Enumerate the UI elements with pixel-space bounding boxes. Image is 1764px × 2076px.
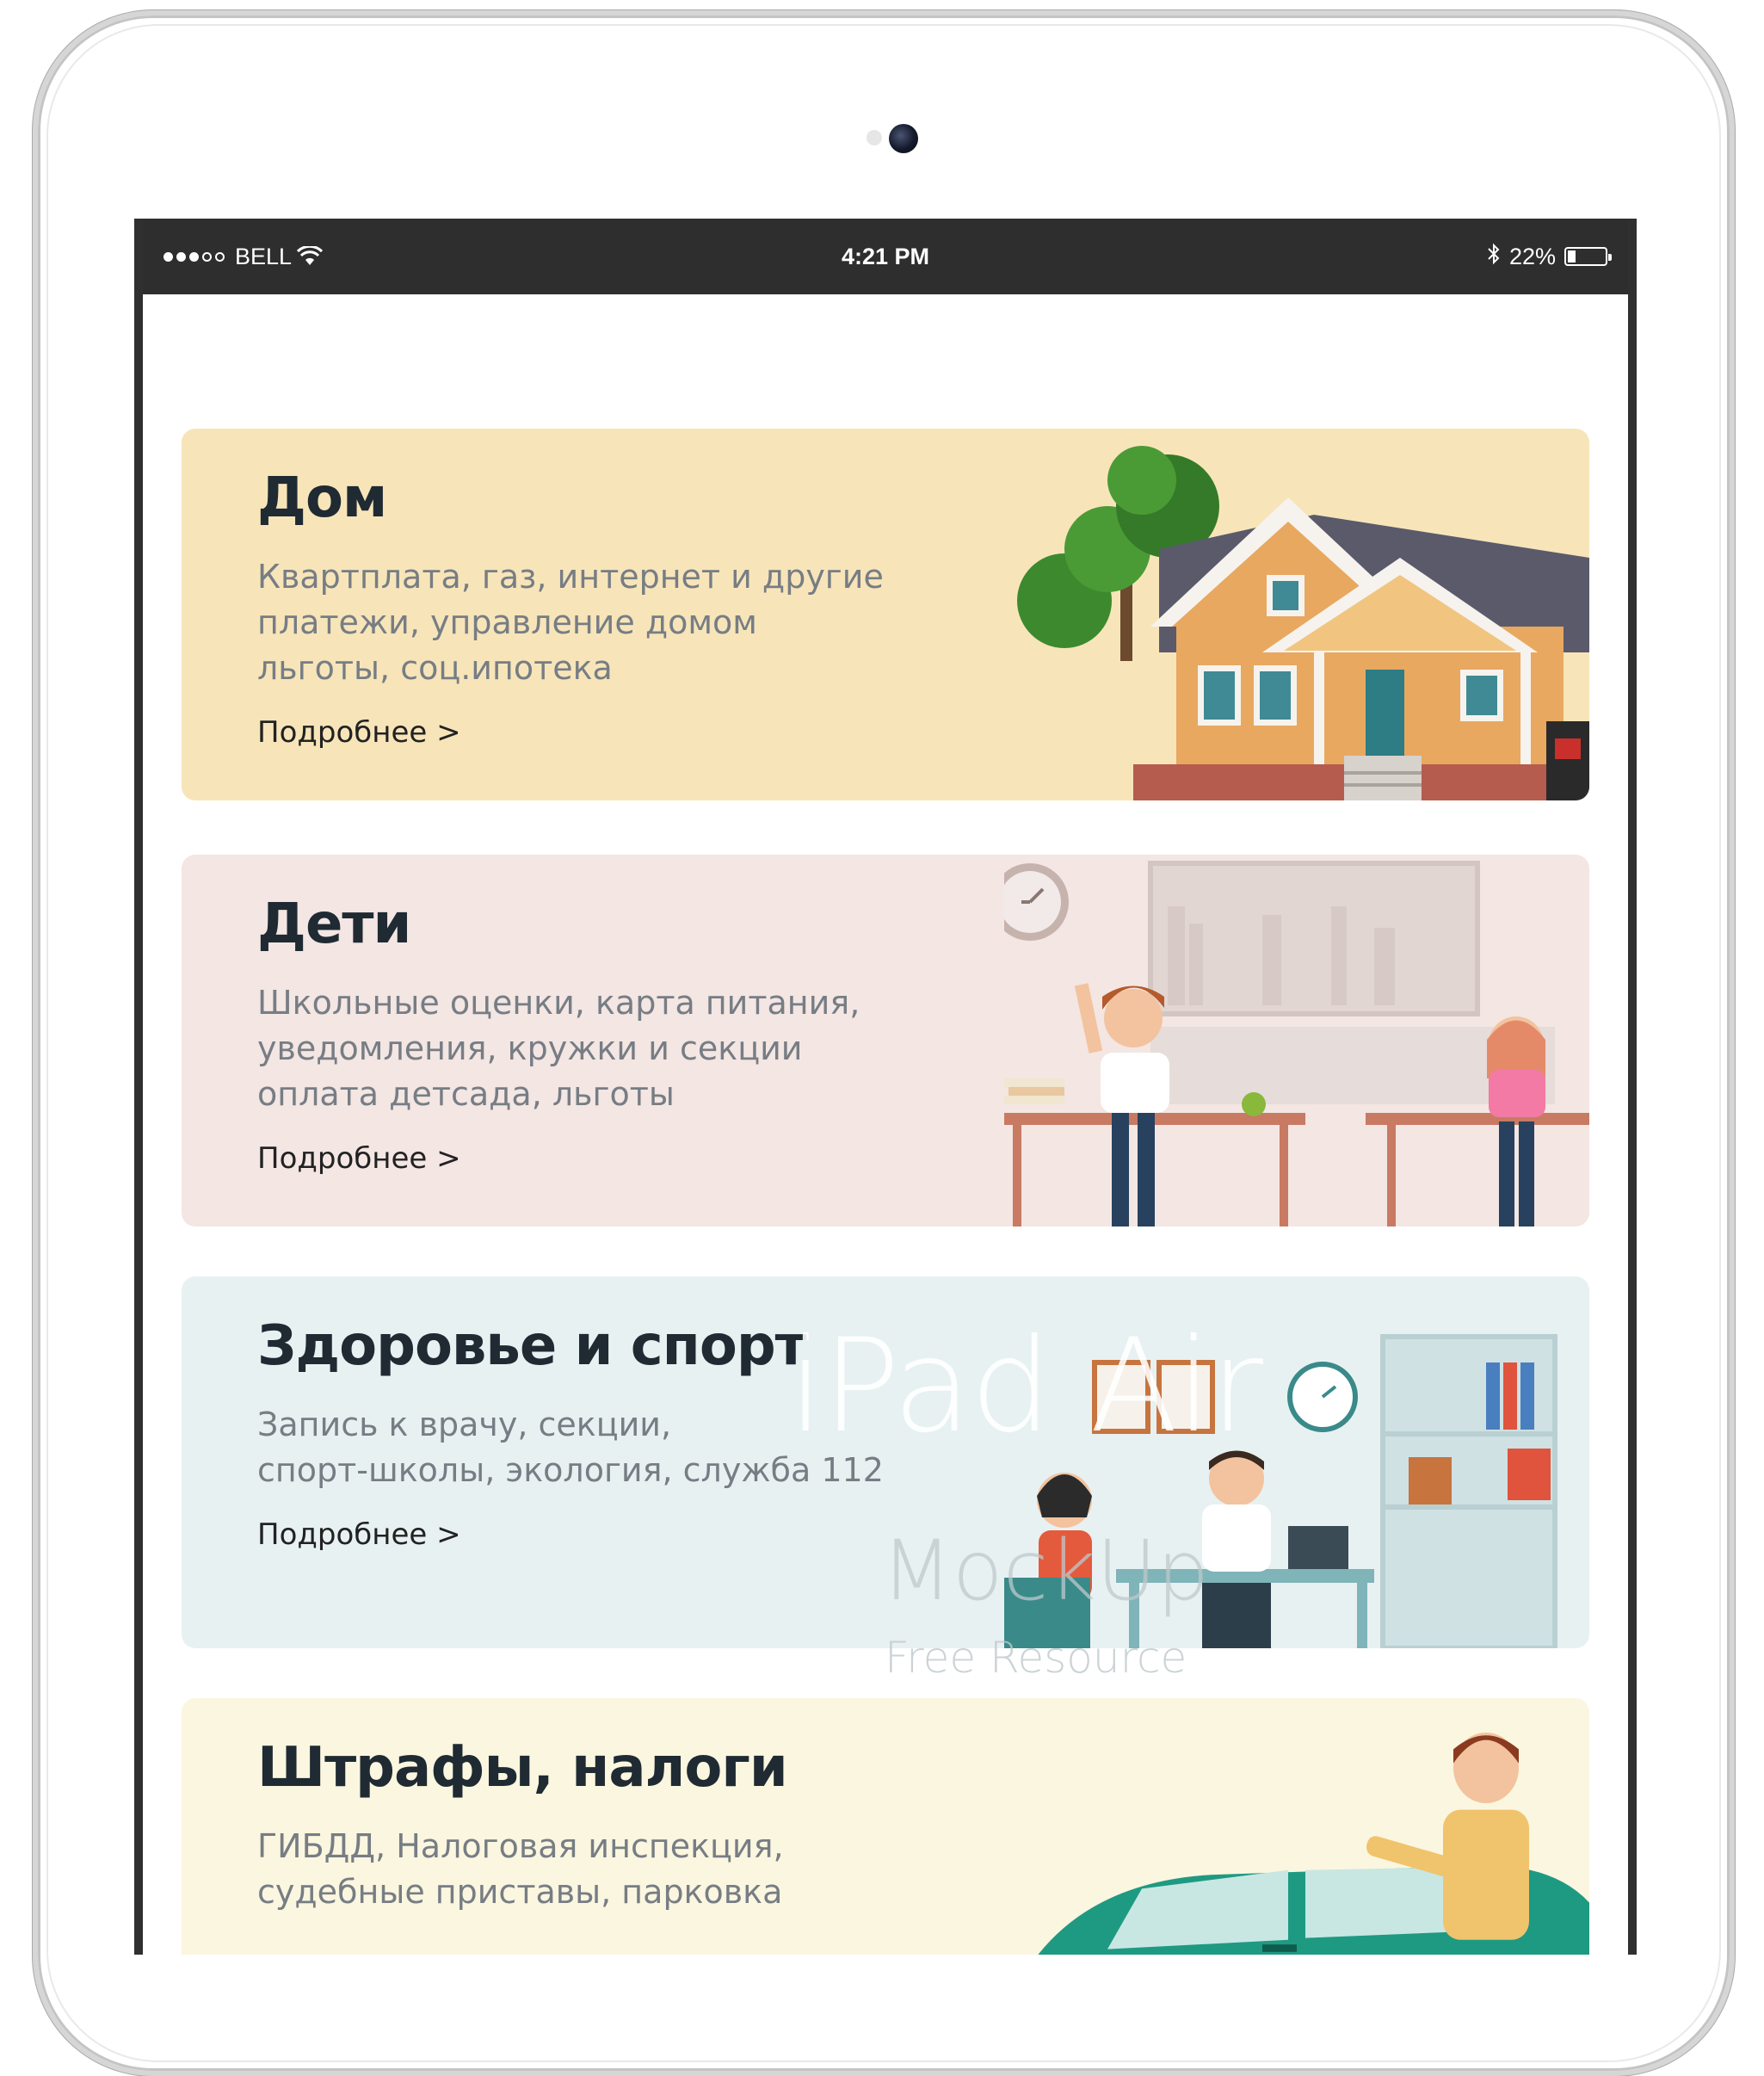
card-description: Квартплата, газ, интернет и другие плате…: [257, 554, 963, 691]
card-fines-text: Штрафы, налоги ГИБДД, Налоговая инспекци…: [257, 1738, 963, 1939]
more-link[interactable]: Подробнее >: [257, 1141, 461, 1176]
card-title: Здоровье и спорт: [257, 1314, 807, 1378]
status-bar-right: 22%: [1487, 219, 1612, 294]
battery-percent: 22%: [1508, 243, 1556, 269]
light-sensor: [867, 130, 882, 145]
battery-fill: [1568, 250, 1576, 263]
card-kids[interactable]: Дети Школьные оценки, карта питания, уве…: [182, 855, 1589, 1226]
desc-line: судебные приставы, парковка: [257, 1873, 783, 1912]
more-link[interactable]: Подробнее >: [257, 1517, 461, 1552]
classroom-illustration: [1004, 855, 1589, 1226]
screen: BELL 4:21 PM 22% Дом Квартплата, газ, ин…: [134, 219, 1637, 1955]
card-description: ГИБДД, Налоговая инспекция, судебные при…: [257, 1824, 963, 1915]
desc-line: уведомления, кружки и секции: [257, 1029, 803, 1068]
card-health-text: Здоровье и спорт Запись к врачу, секции,…: [257, 1314, 963, 1553]
card-home-text: Дом Квартплата, газ, интернет и другие п…: [257, 466, 963, 751]
card-kids-text: Дети Школьные оценки, карта питания, уве…: [257, 893, 963, 1177]
desc-line: Школьные оценки, карта питания,: [257, 984, 860, 1023]
desc-line: ГИБДД, Налоговая инспекция,: [257, 1827, 784, 1866]
status-time: 4:21 PM: [841, 243, 930, 269]
card-title: Штрафы, налоги: [257, 1736, 788, 1800]
card-health[interactable]: Здоровье и спорт Запись к врачу, секции,…: [182, 1276, 1589, 1648]
card-description: Школьные оценки, карта питания, уведомле…: [257, 980, 963, 1117]
desc-line: Запись к врачу, секции,: [257, 1406, 672, 1444]
more-link[interactable]: Подробнее >: [257, 715, 461, 750]
card-title: Дом: [257, 466, 387, 530]
desc-line: льготы, соц.ипотека: [257, 649, 613, 688]
status-bar: BELL 4:21 PM 22%: [143, 219, 1628, 294]
card-description: Запись к врачу, секции, спорт-школы, эко…: [257, 1402, 963, 1493]
battery-icon: [1564, 247, 1612, 266]
doctor-office-illustration: [1004, 1276, 1589, 1648]
front-camera-icon: [889, 124, 918, 153]
desc-line: платежи, управление домом: [257, 603, 757, 642]
card-home[interactable]: Дом Квартплата, газ, интернет и другие п…: [182, 429, 1589, 800]
house-illustration: [1004, 429, 1589, 800]
desc-line: спорт-школы, экология, служба 112: [257, 1451, 884, 1490]
card-title: Дети: [257, 893, 411, 956]
car-illustration: [1004, 1698, 1589, 1955]
desc-line: оплата детсада, льготы: [257, 1075, 675, 1114]
bluetooth-icon: [1487, 243, 1501, 271]
card-fines[interactable]: Штрафы, налоги ГИБДД, Налоговая инспекци…: [182, 1698, 1589, 1955]
desc-line: Квартплата, газ, интернет и другие: [257, 558, 884, 596]
